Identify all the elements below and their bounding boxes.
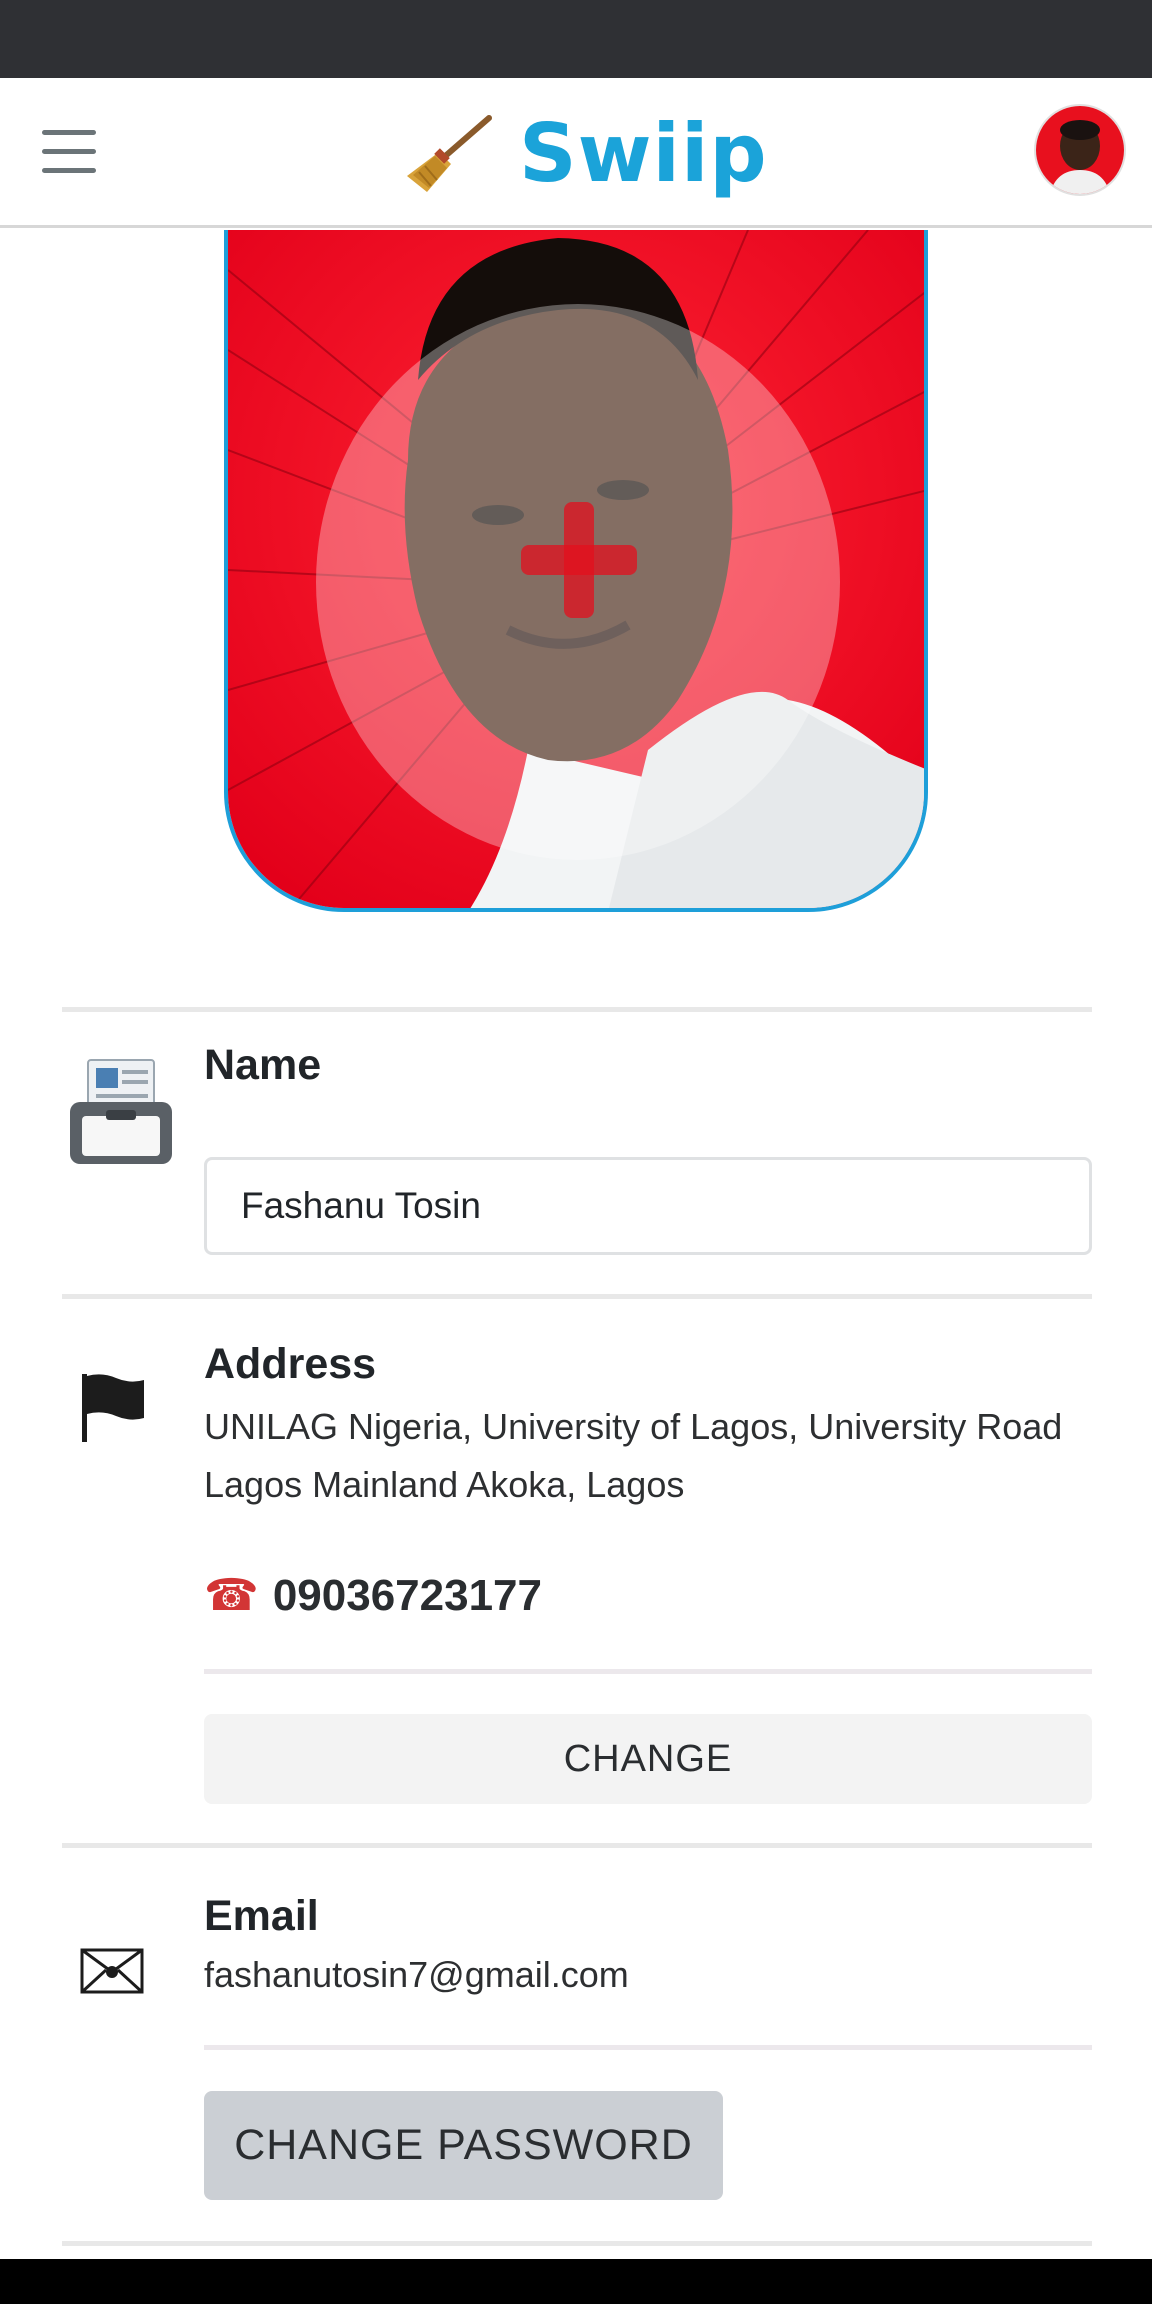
brand-name: Swiip xyxy=(519,107,768,200)
address-label: Address xyxy=(204,1340,377,1388)
section-divider xyxy=(62,1007,1092,1012)
email-label: Email xyxy=(204,1892,319,1940)
section-divider xyxy=(62,1294,1092,1299)
navigation-bar xyxy=(0,2259,1152,2304)
address-value: UNILAG Nigeria, University of Lagos, Uni… xyxy=(204,1406,1063,1505)
name-input[interactable] xyxy=(204,1157,1092,1255)
broom-icon xyxy=(407,115,492,192)
phone-number: 09036723177 xyxy=(272,1570,542,1620)
change-address-button[interactable]: CHANGE xyxy=(204,1714,1092,1804)
phone-divider xyxy=(204,1669,1092,1674)
top-navigation-bar: Swiip xyxy=(0,78,1152,228)
black-flag-icon xyxy=(82,1374,144,1442)
phone-row: ☎ 09036723177 xyxy=(204,1570,542,1621)
email-value: fashanutosin7@gmail.com xyxy=(204,1954,629,1995)
section-divider xyxy=(62,2241,1092,2246)
printer-icon xyxy=(70,1059,172,1164)
profile-photo[interactable] xyxy=(224,230,928,912)
envelope-icon xyxy=(80,1948,144,1994)
change-password-button[interactable]: CHANGE PASSWORD xyxy=(204,2091,723,2200)
status-bar xyxy=(0,0,1152,78)
brand-logo[interactable]: Swiip xyxy=(405,106,768,202)
hamburger-menu-icon[interactable] xyxy=(42,130,96,174)
name-label: Name xyxy=(204,1041,322,1089)
telephone-icon: ☎ xyxy=(204,1571,259,1620)
section-divider xyxy=(62,1843,1092,1848)
email-divider xyxy=(204,2045,1092,2050)
user-avatar[interactable] xyxy=(1034,104,1126,196)
